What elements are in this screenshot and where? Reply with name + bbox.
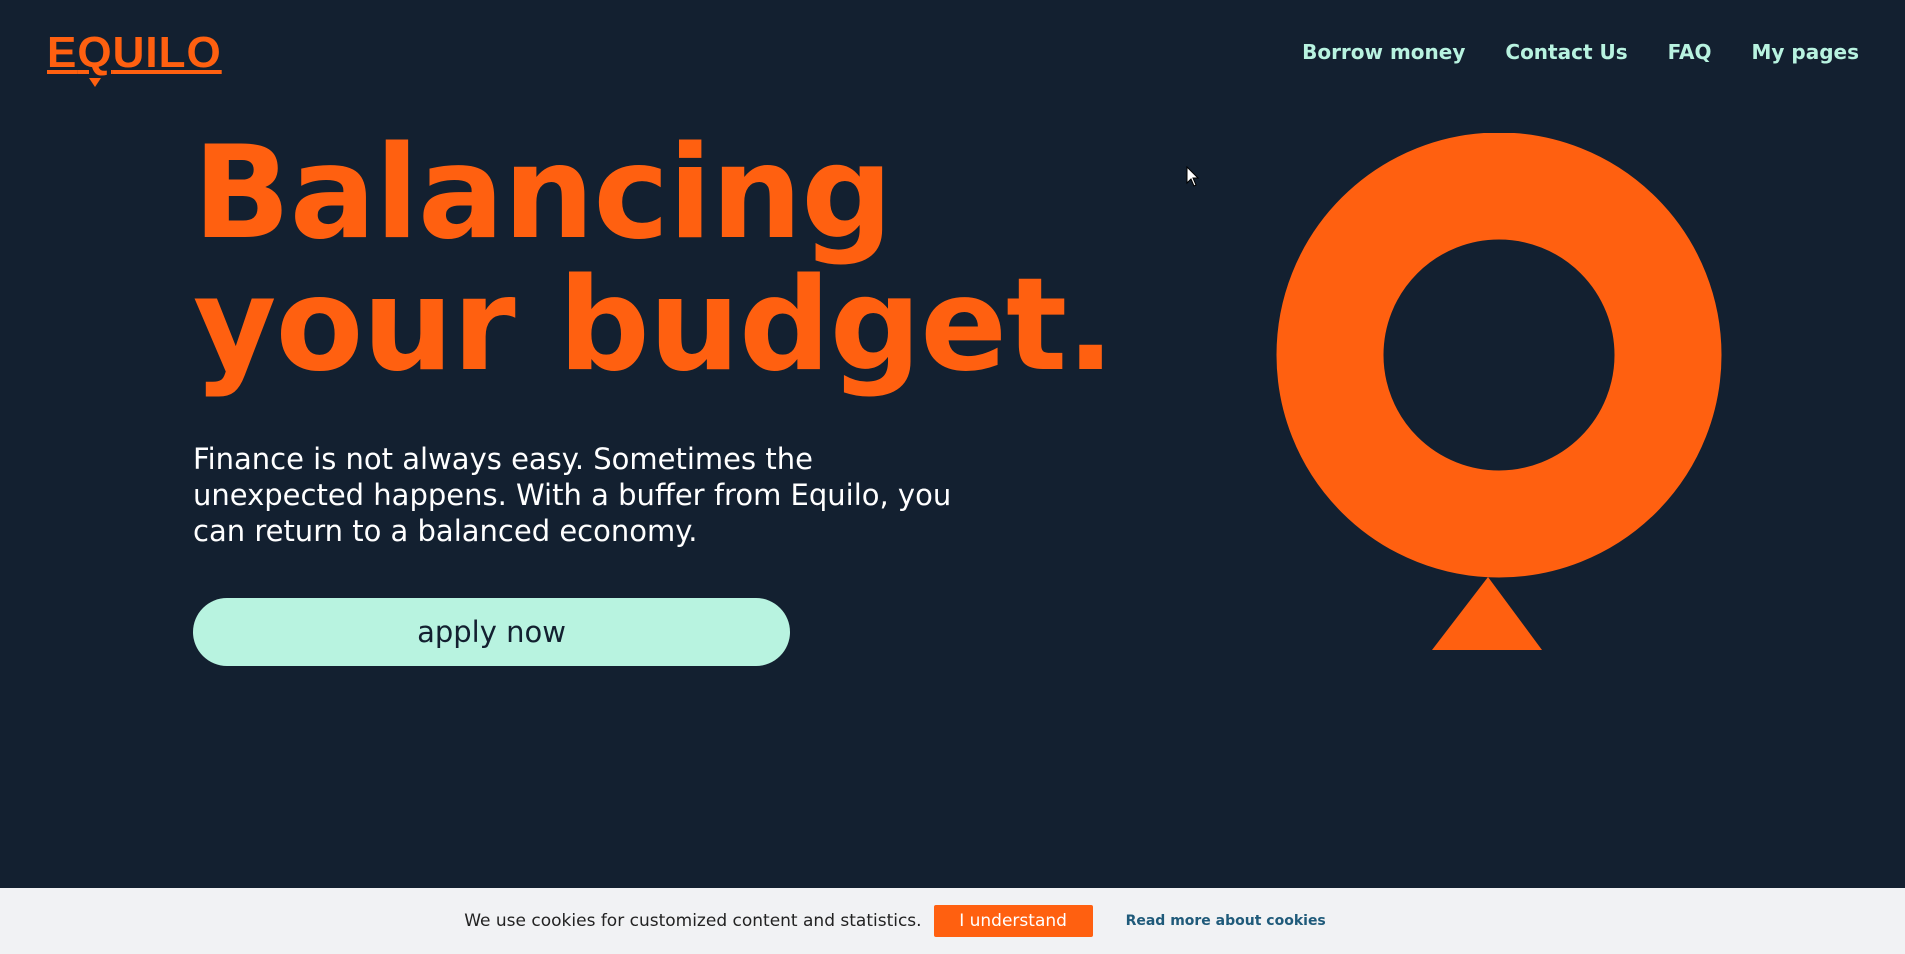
hero-headline-line-2: your budget. [193, 251, 1115, 400]
hero-intro-text: Finance is not always easy. Sometimes th… [193, 442, 952, 548]
cursor-icon [1186, 166, 1200, 187]
cookie-accept-button[interactable]: I understand [933, 905, 1093, 937]
nav-my-pages[interactable]: My pages [1752, 40, 1860, 64]
hero-headline-line-1: Balancing [193, 119, 893, 268]
main-nav: Borrow money Contact Us FAQ My pages [1302, 40, 1859, 64]
balloon-ring [1276, 133, 1722, 578]
apply-now-button[interactable]: apply now [193, 598, 790, 666]
hero-headline: Balancing your budget. [193, 119, 1115, 400]
equilo-logo[interactable]: E Q UILO [47, 28, 222, 78]
nav-borrow-money[interactable]: Borrow money [1302, 40, 1465, 64]
nav-contact-us[interactable]: Contact Us [1505, 40, 1627, 64]
logo-text-prefix: E [47, 28, 78, 77]
balloon-knot [1432, 577, 1542, 650]
cookie-message: We use cookies for customized content an… [464, 911, 922, 931]
cookie-banner: We use cookies for customized content an… [0, 888, 1905, 954]
cookie-read-more-link[interactable]: Read more about cookies [1126, 913, 1326, 929]
logo-pin-letter: Q [77, 28, 113, 77]
logo-text-suffix: UILO [112, 28, 222, 77]
nav-faq[interactable]: FAQ [1668, 40, 1712, 64]
balloon-icon [1276, 133, 1722, 650]
